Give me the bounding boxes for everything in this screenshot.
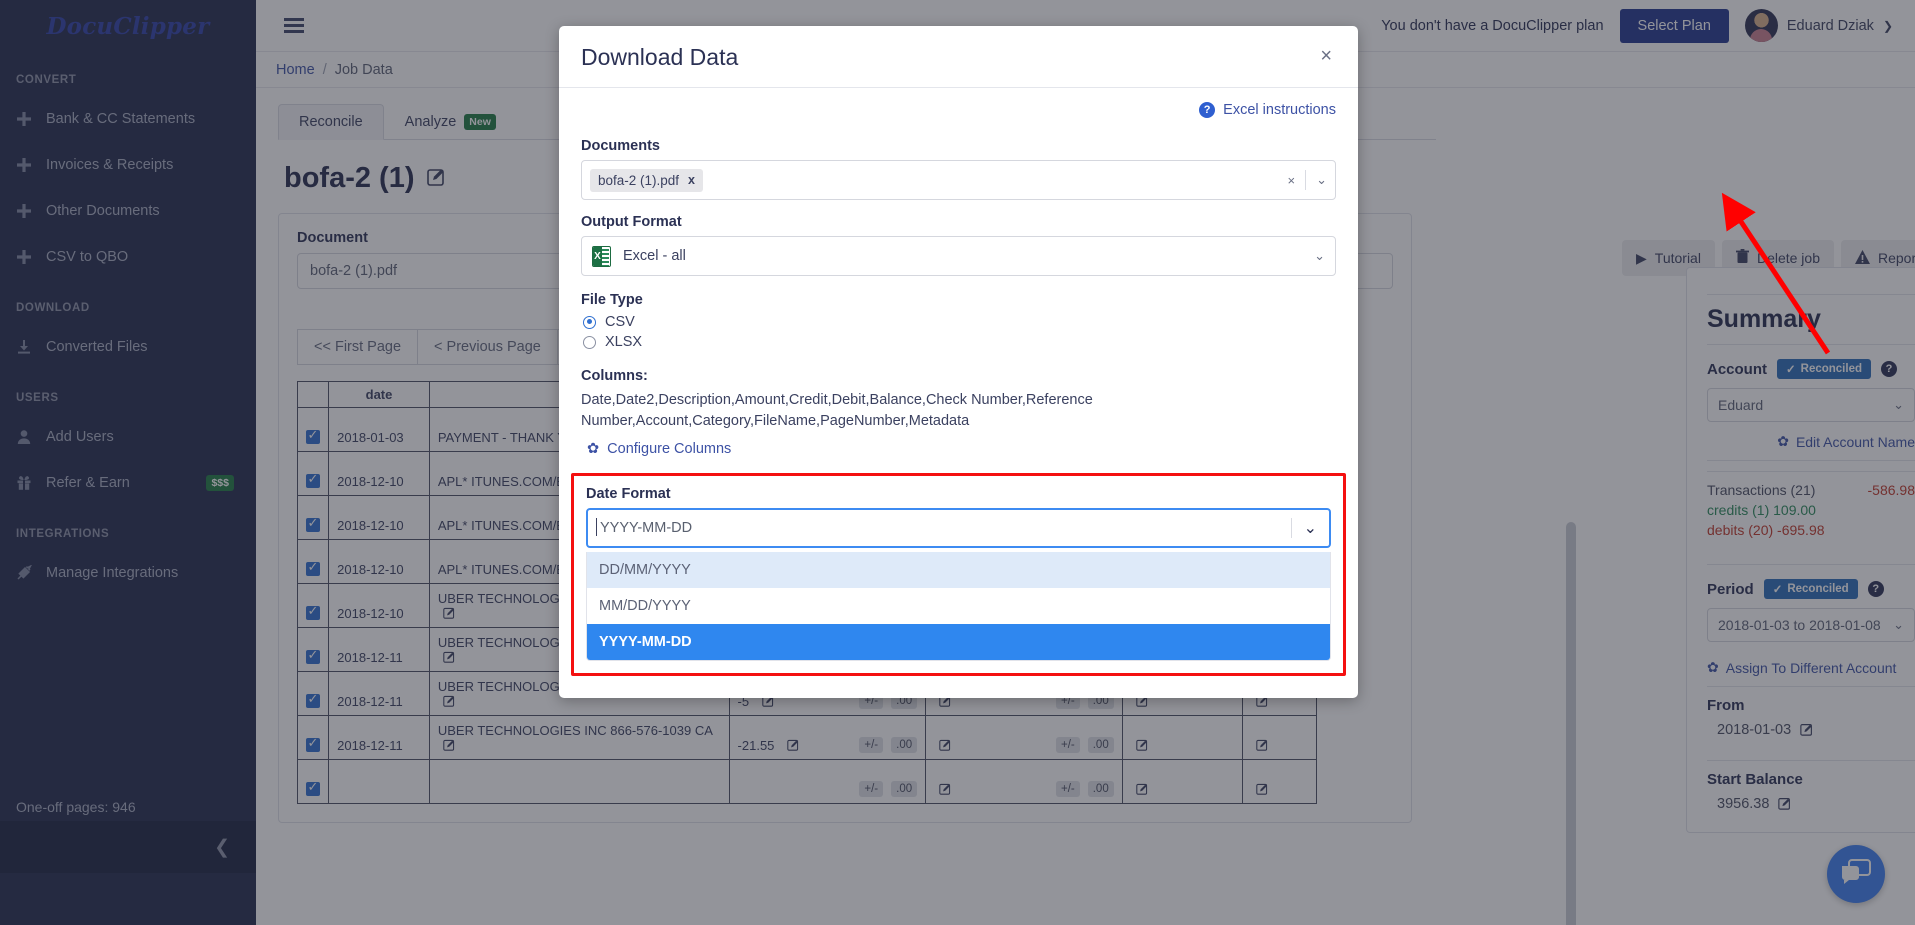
radio-csv-label: CSV xyxy=(605,314,635,330)
date-format-label: Date Format xyxy=(586,486,1331,502)
output-format-value: Excel - all xyxy=(623,248,1314,264)
columns-label: Columns: xyxy=(581,368,1336,384)
date-format-option-yyyymmdd[interactable]: YYYY-MM-DD xyxy=(587,624,1330,660)
download-data-modal: Download Data × ? Excel instructions Doc… xyxy=(559,26,1358,698)
configure-columns-link[interactable]: ✿ Configure Columns xyxy=(581,441,1336,457)
radio-xlsx[interactable] xyxy=(583,336,596,349)
divider xyxy=(1291,518,1292,538)
configure-columns-label: Configure Columns xyxy=(607,441,731,457)
gear-icon: ✿ xyxy=(587,441,599,457)
date-format-option-mmddyyyy[interactable]: MM/DD/YYYY xyxy=(587,588,1330,624)
excel-instructions-link[interactable]: ? Excel instructions xyxy=(581,102,1336,118)
date-format-caret-wrap: ⌄ xyxy=(1291,518,1317,538)
columns-value: Date,Date2,Description,Amount,Credit,Deb… xyxy=(581,390,1241,432)
file-type-csv-option[interactable]: CSV xyxy=(583,314,1336,330)
documents-label: Documents xyxy=(581,138,1336,154)
documents-select[interactable]: bofa-2 (1).pdf x × ⌄ xyxy=(581,160,1336,200)
modal-title: Download Data xyxy=(581,44,1316,71)
chevron-down-icon[interactable]: ⌄ xyxy=(1316,172,1327,188)
clear-all-icon[interactable]: × xyxy=(1288,173,1296,188)
date-format-annotation-region: Date Format YYYY-MM-DD ⌄ DD/MM/YYYY MM/D… xyxy=(571,473,1346,676)
output-format-label: Output Format xyxy=(581,214,1336,230)
date-format-options-list: DD/MM/YYYY MM/DD/YYYY YYYY-MM-DD xyxy=(586,552,1331,661)
radio-xlsx-label: XLSX xyxy=(605,334,642,350)
divider xyxy=(1305,170,1306,190)
date-format-option-ddmmyyyy[interactable]: DD/MM/YYYY xyxy=(587,552,1330,588)
date-format-input[interactable]: YYYY-MM-DD ⌄ xyxy=(586,508,1331,548)
excel-file-icon xyxy=(592,246,611,267)
document-token: bofa-2 (1).pdf x xyxy=(590,169,703,192)
chevron-down-icon[interactable]: ⌄ xyxy=(1304,518,1317,538)
columns-block: Columns: Date,Date2,Description,Amount,C… xyxy=(581,368,1336,457)
file-type-label: File Type xyxy=(581,292,1336,308)
excel-instructions-label: Excel instructions xyxy=(1223,102,1336,118)
document-token-label: bofa-2 (1).pdf xyxy=(598,173,679,188)
modal-header: Download Data × xyxy=(559,26,1358,88)
modal-body: ? Excel instructions Documents bofa-2 (1… xyxy=(559,88,1358,698)
radio-csv[interactable] xyxy=(583,316,596,329)
help-icon: ? xyxy=(1199,102,1215,118)
date-format-value: YYYY-MM-DD xyxy=(600,520,692,536)
file-type-xlsx-option[interactable]: XLSX xyxy=(583,334,1336,350)
chevron-down-icon[interactable]: ⌄ xyxy=(1314,248,1325,264)
output-format-select[interactable]: Excel - all ⌄ xyxy=(581,236,1336,276)
select-tools: × ⌄ xyxy=(1288,170,1328,190)
close-icon[interactable]: × xyxy=(1316,44,1336,68)
remove-document-icon[interactable]: x xyxy=(688,173,695,187)
